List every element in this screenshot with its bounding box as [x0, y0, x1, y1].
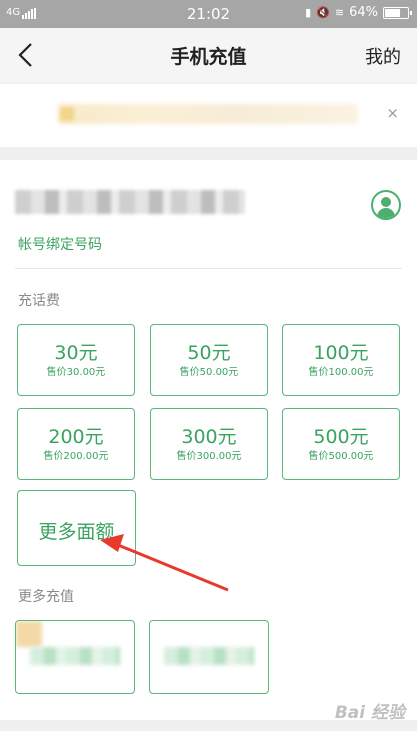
battery-icon: [383, 6, 412, 19]
amount-option-100[interactable]: 100元 售价100.00元: [282, 324, 400, 396]
amount-option-30[interactable]: 30元 售价30.00元: [17, 324, 135, 396]
option-logo-blurred: [16, 621, 42, 647]
amount-value: 200元: [48, 426, 104, 448]
back-button[interactable]: [12, 40, 42, 70]
nav-bar: 手机充值 我的: [0, 28, 417, 82]
close-icon[interactable]: ×: [386, 104, 399, 122]
more-amounts-label: 更多面额: [38, 521, 115, 543]
amount-price: 售价30.00元: [46, 367, 106, 378]
amount-option-300[interactable]: 300元 售价300.00元: [150, 408, 268, 480]
option-label-blurred: [30, 647, 120, 665]
amount-price: 售价100.00元: [308, 367, 374, 378]
amount-price: 售价500.00元: [308, 451, 374, 462]
amount-price: 售价300.00元: [176, 451, 242, 462]
battery-percent: 64%: [349, 5, 378, 20]
more-recharge-option-1[interactable]: [15, 620, 135, 694]
watermark: Bai 经验: [334, 703, 405, 723]
page-title: 手机充值: [170, 46, 247, 68]
promo-banner[interactable]: ×: [0, 84, 417, 147]
amount-value: 300元: [181, 426, 237, 448]
section-title-recharge: 充话费: [18, 293, 60, 309]
option-label-blurred: [164, 647, 254, 665]
more-amounts-button[interactable]: 更多面额: [17, 490, 136, 566]
more-recharge-option-2[interactable]: [149, 620, 269, 694]
status-icons: ▮ 🔇 ≋ 64%: [305, 5, 412, 20]
divider: [15, 268, 402, 269]
section-title-more-recharge: 更多充值: [18, 589, 74, 605]
user-avatar-icon[interactable]: [371, 190, 401, 220]
avatar-body: [377, 208, 395, 218]
amount-value: 30元: [54, 342, 98, 364]
battery-fill: [385, 8, 401, 17]
amount-value: 50元: [187, 342, 231, 364]
banner-content-blurred: [58, 104, 358, 124]
chevron-left-icon: [18, 43, 32, 67]
mute-icon: 🔇: [316, 6, 330, 19]
my-button[interactable]: 我的: [365, 43, 401, 69]
recharge-card: 帐号绑定号码 充话费 30元 售价30.00元 50元 售价50.00元 100…: [0, 160, 417, 720]
amount-value: 500元: [313, 426, 369, 448]
amount-option-500[interactable]: 500元 售价500.00元: [282, 408, 400, 480]
amount-price: 售价50.00元: [179, 367, 239, 378]
sim-icon: ▮: [305, 6, 312, 19]
amount-price: 售价200.00元: [43, 451, 109, 462]
phone-number-blurred[interactable]: [15, 190, 245, 214]
avatar-head: [381, 197, 391, 207]
wifi-icon: ≋: [334, 6, 345, 19]
amount-value: 100元: [313, 342, 369, 364]
amount-option-200[interactable]: 200元 售价200.00元: [17, 408, 135, 480]
bind-label: 帐号绑定号码: [18, 237, 102, 253]
status-bar: 4G 21:02 ▮ 🔇 ≋ 64%: [0, 0, 417, 28]
amount-option-50[interactable]: 50元 售价50.00元: [150, 324, 268, 396]
